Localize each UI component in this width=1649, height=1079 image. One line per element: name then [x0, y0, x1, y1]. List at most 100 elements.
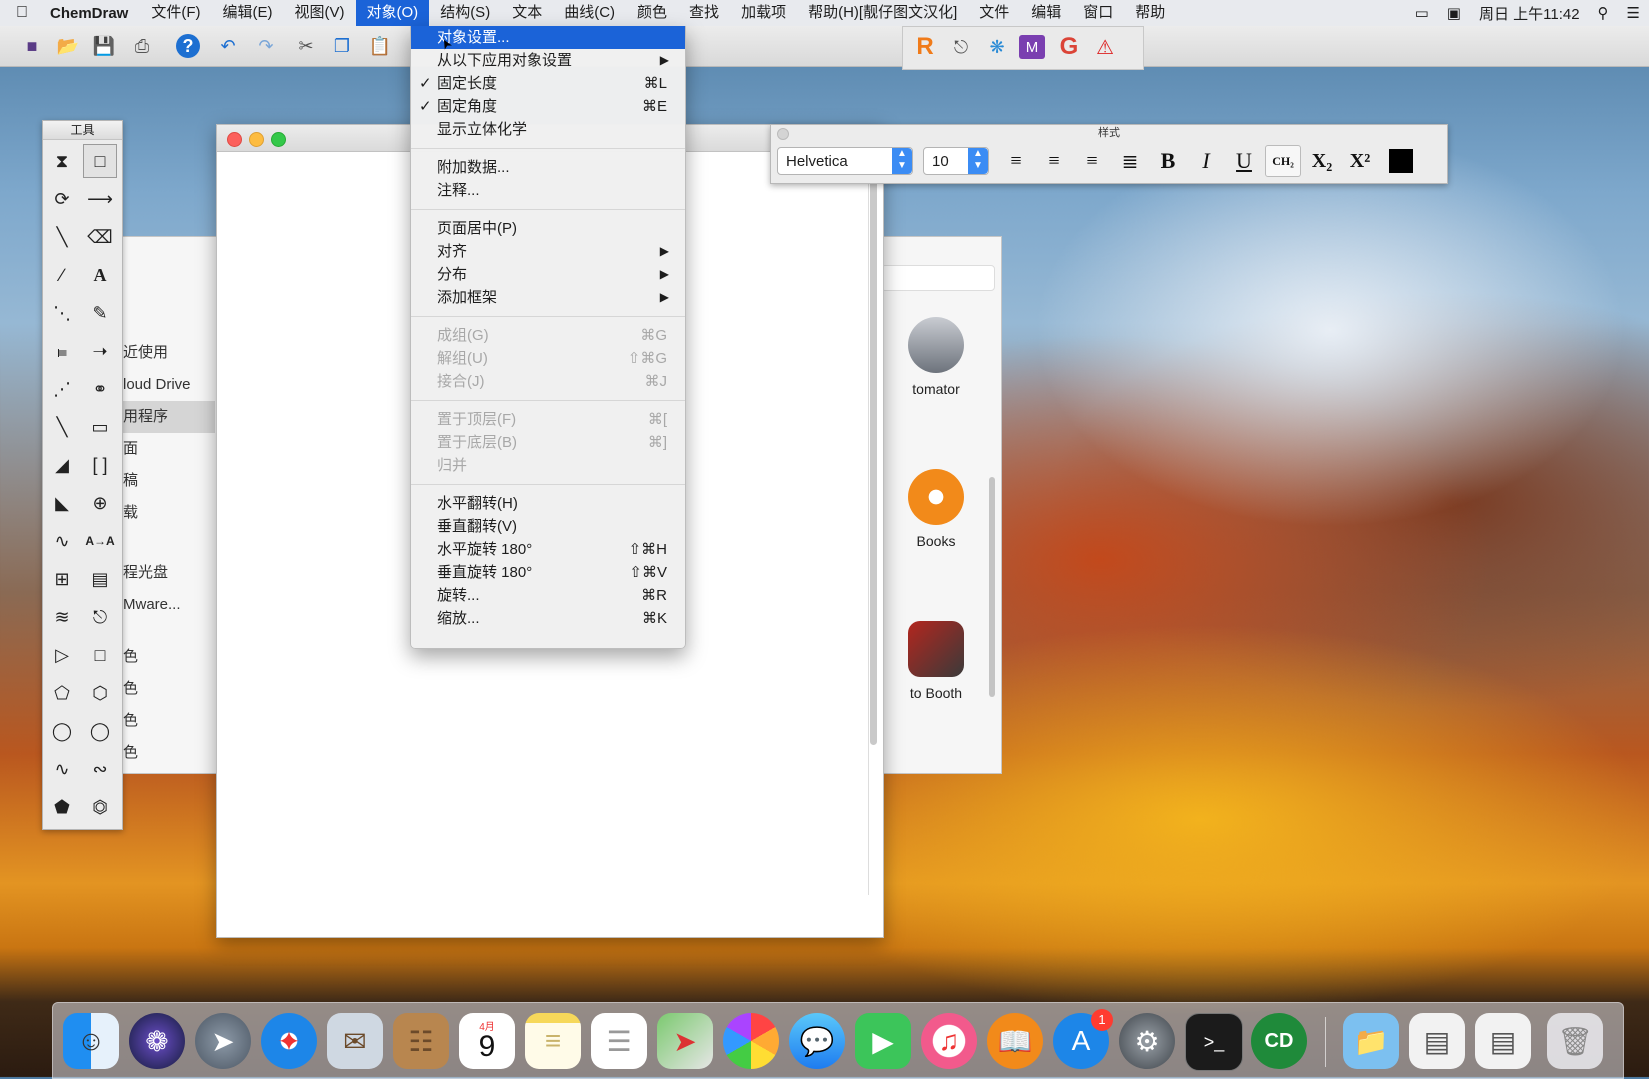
contacts-dock-icon[interactable]: ☷: [393, 1013, 449, 1069]
spectrum-tool-icon[interactable]: ≋: [43, 598, 81, 636]
app-store-dock-icon[interactable]: A1: [1053, 1009, 1113, 1069]
chain-tool-icon[interactable]: ⟶: [81, 180, 119, 218]
open-folder-icon[interactable]: 📂: [54, 32, 82, 60]
marquee-select-icon[interactable]: □: [83, 144, 117, 178]
input-method-icon[interactable]: ▣: [1438, 4, 1470, 22]
trash-dock-icon[interactable]: 🗑: [1547, 1013, 1603, 1069]
sidebar-tag-4[interactable]: 色: [111, 737, 215, 769]
menu-item-11[interactable]: 分布 ▶: [411, 263, 685, 286]
font-size-stepper-icon[interactable]: ▲ ▼: [968, 148, 988, 174]
hashed-bond-icon[interactable]: ⫢: [43, 332, 81, 370]
menu-file-2[interactable]: 文件: [968, 0, 1020, 26]
calendar-dock-icon[interactable]: 4月 9: [459, 1013, 515, 1069]
hashed-wedge-icon[interactable]: ⋰: [43, 370, 81, 408]
menu-addins[interactable]: 加载项: [730, 0, 797, 26]
grid-plugin-icon[interactable]: ❋: [983, 33, 1011, 61]
google-plugin-icon[interactable]: G: [1055, 33, 1083, 61]
pen-tool-icon[interactable]: ✎: [81, 294, 119, 332]
eraser-icon[interactable]: ⌫: [81, 218, 119, 256]
menu-edit-2[interactable]: 编辑: [1020, 0, 1072, 26]
mail-dock-icon[interactable]: ✉: [327, 1013, 383, 1069]
sidebar-item-remote-disc[interactable]: 程光盘: [111, 557, 215, 589]
finder-search-field[interactable]: [881, 265, 995, 291]
bold-bond-icon[interactable]: ╲: [43, 408, 81, 446]
print-icon[interactable]: ⎙: [128, 32, 156, 60]
menu-help-2[interactable]: 帮助: [1124, 0, 1176, 26]
cut-icon[interactable]: ✂: [292, 32, 320, 60]
menu-view[interactable]: 视图(V): [284, 0, 356, 26]
chemdraw-dock-icon[interactable]: CD: [1251, 1013, 1307, 1069]
menu-item-24[interactable]: 水平旋转 180° ⇧⌘H: [411, 538, 685, 561]
photos-dock-icon[interactable]: [723, 1013, 779, 1069]
menu-item-12[interactable]: 添加框架 ▶: [411, 286, 685, 309]
solid-bond-icon[interactable]: ╲: [43, 218, 81, 256]
font-stepper-icon[interactable]: ▲ ▼: [892, 148, 912, 174]
messages-dock-icon[interactable]: 💬: [789, 1013, 845, 1069]
italic-icon[interactable]: I: [1189, 146, 1223, 176]
menu-item-10[interactable]: 对齐 ▶: [411, 240, 685, 263]
stamp-tool-icon[interactable]: ⎋: [81, 598, 119, 636]
undo-icon[interactable]: ↶: [214, 32, 242, 60]
sidebar-item-icloud[interactable]: loud Drive: [111, 369, 215, 401]
table-tool-icon[interactable]: ⊞: [43, 560, 81, 598]
notes-dock-icon[interactable]: ≡: [525, 1013, 581, 1069]
style-palette-title[interactable]: 样式: [771, 125, 1447, 141]
charge-tool-icon[interactable]: ⊕: [81, 484, 119, 522]
books-dock-icon[interactable]: 📖: [987, 1013, 1043, 1069]
font-size-selector[interactable]: 10 ▲ ▼: [923, 147, 989, 175]
notification-center-icon[interactable]: ☰: [1618, 4, 1649, 22]
menu-help[interactable]: 帮助(H)[靓仔图文汉化]: [797, 0, 968, 26]
menu-search[interactable]: 查找: [678, 0, 730, 26]
downloads-folder-dock-icon[interactable]: 📁: [1343, 1013, 1399, 1069]
hat-plugin-icon[interactable]: ⎋: [947, 33, 975, 61]
menu-curves[interactable]: 曲线(C): [553, 0, 626, 26]
music-dock-icon[interactable]: ♫: [921, 1013, 977, 1069]
menu-structure[interactable]: 结构(S): [429, 0, 501, 26]
lasso-icon[interactable]: ⧗: [43, 142, 81, 180]
warning-plugin-icon[interactable]: ⚠: [1091, 33, 1119, 61]
menu-item-2[interactable]: ✓ 固定长度 ⌘L: [411, 72, 685, 95]
sidebar-item-recents[interactable]: 近使用: [111, 337, 215, 369]
screenshot-stack-1-dock-icon[interactable]: ▤: [1409, 1013, 1465, 1069]
copy-icon[interactable]: ❐: [328, 32, 356, 60]
chair-2-icon[interactable]: ∾: [81, 750, 119, 788]
airplay-icon[interactable]: ▭: [1406, 4, 1438, 22]
menu-item-27[interactable]: 缩放... ⌘K: [411, 607, 685, 630]
tlc-plate-icon[interactable]: ▤: [81, 560, 119, 598]
safari-dock-icon[interactable]: ✦: [261, 1013, 317, 1069]
m-plugin-icon[interactable]: M: [1019, 35, 1045, 59]
style-palette-close-icon[interactable]: [777, 128, 789, 140]
dashed-bond-icon[interactable]: ⋱: [43, 294, 81, 332]
play-icon[interactable]: ▷: [43, 636, 81, 674]
align-center-icon[interactable]: ≡: [1037, 146, 1071, 176]
sidebar-tag-3[interactable]: 色: [111, 705, 215, 737]
menu-item-26[interactable]: 旋转... ⌘R: [411, 584, 685, 607]
bracket-tool-icon[interactable]: [ ]: [81, 446, 119, 484]
benzene-icon[interactable]: ⏣: [81, 788, 119, 826]
color-swatch[interactable]: [1389, 149, 1413, 173]
menubar-clock[interactable]: 周日 上午11:42: [1470, 3, 1589, 24]
app-photo-booth[interactable]: to Booth: [881, 621, 991, 763]
maps-dock-icon[interactable]: ➤: [657, 1013, 713, 1069]
app-automator[interactable]: tomator: [881, 317, 991, 459]
spotlight-icon[interactable]: ⚲: [1589, 4, 1618, 22]
tools-palette-title[interactable]: 工具: [43, 121, 122, 140]
sidebar-tag-1[interactable]: 色: [111, 641, 215, 673]
finder-dock-icon[interactable]: ☺: [63, 1013, 119, 1069]
text-tool-icon[interactable]: A: [81, 256, 119, 294]
hollow-wedge-icon[interactable]: ◣: [43, 484, 81, 522]
zoom-icon[interactable]: [271, 132, 286, 147]
cyclohexane-icon[interactable]: ⬡: [81, 674, 119, 712]
app-books[interactable]: Books: [881, 469, 991, 611]
wavy-bond-icon[interactable]: ∿: [43, 522, 81, 560]
sidebar-item-vmware[interactable]: Mware...: [111, 589, 215, 621]
scrollbar-thumb[interactable]: [870, 165, 877, 745]
screenshot-stack-2-dock-icon[interactable]: ▤: [1475, 1013, 1531, 1069]
siri-dock-icon[interactable]: ❁: [129, 1013, 185, 1069]
menu-object[interactable]: 对象(O): [355, 0, 430, 26]
rectangle-tool-icon[interactable]: ▭: [81, 408, 119, 446]
sidebar-item-applications[interactable]: 用程序: [111, 401, 215, 433]
sidebar-item-documents[interactable]: 稿: [111, 465, 215, 497]
menu-item-4[interactable]: 显示立体化学: [411, 118, 685, 141]
cycloheptane-icon[interactable]: ◯: [43, 712, 81, 750]
